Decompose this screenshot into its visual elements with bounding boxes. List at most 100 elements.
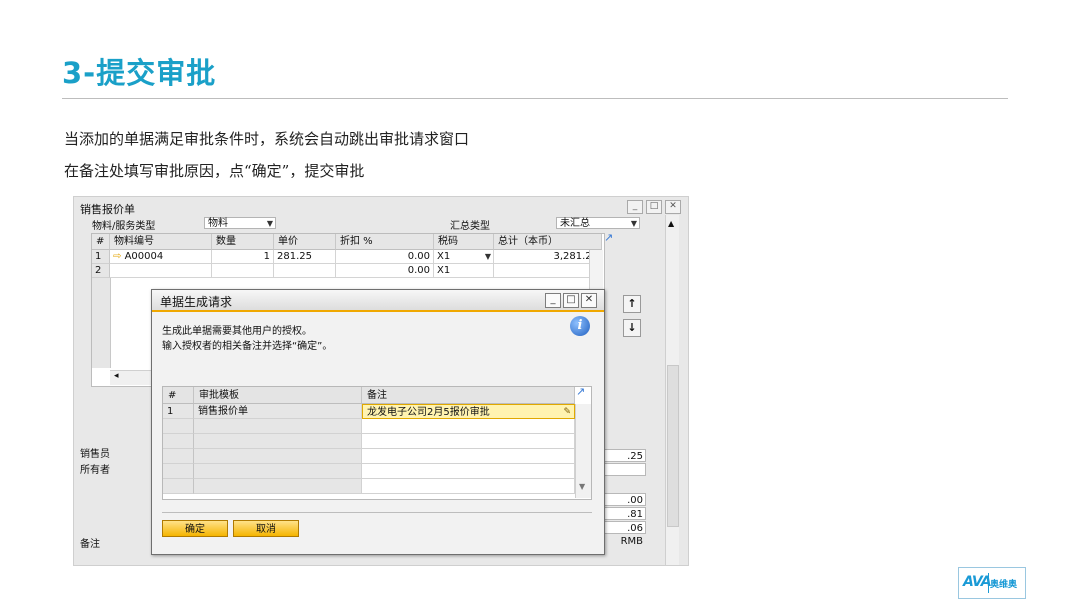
company-logo: AVA 奥维奥: [958, 567, 1026, 599]
sales-employee-label: 销售员: [80, 449, 110, 460]
scroll-down-icon[interactable]: ▼: [579, 482, 585, 491]
window-vertical-scrollbar[interactable]: ▲: [665, 215, 679, 565]
link-arrow-icon[interactable]: ⇨: [113, 251, 121, 262]
template-cell: 销售报价单: [194, 404, 362, 419]
dialog-title: 单据生成请求: [160, 295, 233, 309]
total-field[interactable]: .81 RMB: [604, 507, 646, 533]
template-cell: [194, 464, 362, 479]
column-header: 审批模板: [194, 387, 362, 404]
logo-text: 奥维奥: [990, 580, 1018, 590]
discount-cell[interactable]: 0.00: [336, 264, 434, 278]
dialog-titlebar[interactable]: 单据生成请求 _ □ ✕: [152, 290, 604, 312]
minimize-icon[interactable]: _: [627, 200, 643, 214]
remarks-cell[interactable]: [362, 419, 575, 434]
remarks-cell[interactable]: [362, 434, 575, 449]
remarks-cell[interactable]: [362, 449, 575, 464]
message-line-1: 生成此单据需要其他用户的授权。: [162, 326, 312, 337]
approval-request-dialog: 单据生成请求 _ □ ✕ 生成此单据需要其他用户的授权。 输入授权者的相关备注并…: [151, 289, 605, 555]
close-icon[interactable]: ✕: [665, 200, 681, 214]
close-icon[interactable]: ✕: [581, 293, 597, 308]
row-header-strip: [92, 278, 111, 368]
row-number: [163, 464, 194, 479]
expand-arrow-icon[interactable]: ↗: [604, 231, 613, 244]
cancel-button[interactable]: 取消: [233, 520, 299, 537]
dialog-separator: [162, 512, 592, 513]
total-cell[interactable]: 3,281.25: [494, 250, 602, 264]
owner-label: 所有者: [80, 465, 110, 476]
expand-arrow-icon[interactable]: ↗: [576, 385, 585, 398]
column-header: 总计（本币）: [494, 234, 602, 250]
column-header: 折扣 %: [336, 234, 434, 250]
minimize-icon[interactable]: _: [545, 293, 561, 308]
column-header: 数量: [212, 234, 274, 250]
item-code: A00004: [124, 251, 164, 262]
slide-title: 3-提交审批: [62, 56, 217, 90]
template-cell: [194, 479, 362, 494]
maximize-icon[interactable]: □: [563, 293, 579, 308]
remarks-input[interactable]: 龙发电子公司2月5报价审批 ✎: [362, 404, 575, 419]
move-down-icon[interactable]: ↓: [623, 319, 641, 337]
remarks-cell[interactable]: [362, 464, 575, 479]
chevron-down-icon: ▼: [630, 219, 637, 228]
item-code-cell[interactable]: [110, 264, 212, 278]
maximize-icon[interactable]: □: [646, 200, 662, 214]
discount-cell[interactable]: 0.00: [336, 250, 434, 264]
total-cell[interactable]: [494, 264, 602, 278]
approval-template-grid: # 审批模板 备注 ↗ 1 销售报价单 龙发电子公司2月5报价审批 ✎ ▼: [162, 385, 592, 500]
description-line-1: 当添加的单据满足审批条件时，系统会自动跳出审批请求窗口: [64, 130, 470, 148]
sales-quotation-window: 销售报价单 _ □ ✕ 物料/服务类型 物料 ▼ 汇总类型 未汇总 ▼ # 物料…: [73, 196, 689, 566]
scroll-left-icon[interactable]: ◂: [114, 371, 119, 381]
remarks-label: 备注: [80, 539, 100, 550]
grid-vertical-scrollbar[interactable]: ▼: [575, 404, 591, 498]
item-type-select[interactable]: 物料 ▼: [204, 217, 276, 229]
move-up-icon[interactable]: ↑: [623, 295, 641, 313]
column-header: #: [92, 234, 110, 250]
table-row-item[interactable]: ⇨ A00004: [110, 250, 212, 264]
column-header: 备注: [362, 387, 575, 404]
summary-type-select[interactable]: 未汇总 ▼: [556, 217, 640, 229]
row-number: [163, 419, 194, 434]
total-field[interactable]: .00 RMB: [604, 493, 646, 519]
row-number: 2: [92, 264, 110, 278]
row-number: 1: [163, 404, 194, 419]
info-icon: i: [570, 316, 590, 336]
column-header: 物料编号: [110, 234, 212, 250]
item-type-label: 物料/服务类型: [92, 221, 156, 232]
pencil-icon[interactable]: ✎: [563, 405, 571, 420]
description-line-2: 在备注处填写审批原因，点“确定”，提交审批: [64, 162, 365, 180]
total-field[interactable]: .25 RMB: [604, 449, 646, 475]
column-header: 单价: [274, 234, 336, 250]
row-number: 1: [92, 250, 110, 264]
tax-code-cell[interactable]: X1 ▼: [434, 250, 494, 264]
tax-code-value: X1: [437, 251, 451, 262]
scroll-up-icon[interactable]: ▲: [668, 219, 674, 228]
logo-divider: [988, 573, 989, 593]
row-number: [163, 479, 194, 494]
template-cell: [194, 449, 362, 464]
chevron-down-icon: ▼: [484, 252, 491, 261]
chevron-down-icon: ▼: [266, 219, 273, 228]
tax-code-cell[interactable]: X1: [434, 264, 494, 278]
row-number: [163, 449, 194, 464]
blank-field[interactable]: [604, 463, 646, 476]
title-divider: [62, 98, 1008, 99]
column-header: 税码: [434, 234, 494, 250]
item-type-value: 物料: [208, 218, 228, 229]
header-strip: 物料/服务类型 物料 ▼ 汇总类型 未汇总 ▼: [74, 215, 664, 232]
logo-mark: AVA: [963, 574, 992, 590]
ok-button[interactable]: 确定: [162, 520, 228, 537]
remarks-value: 龙发电子公司2月5报价审批: [367, 407, 490, 418]
quantity-cell[interactable]: 1: [212, 250, 274, 264]
summary-type-value: 未汇总: [560, 218, 590, 229]
template-cell: [194, 434, 362, 449]
row-number: [163, 434, 194, 449]
column-header: #: [163, 387, 194, 404]
scroll-thumb[interactable]: [667, 365, 679, 527]
price-cell[interactable]: 281.25 RMB: [274, 250, 336, 276]
quantity-cell[interactable]: [212, 264, 274, 278]
remarks-cell[interactable]: [362, 479, 575, 494]
summary-type-label: 汇总类型: [450, 221, 490, 232]
price-cell[interactable]: [274, 264, 336, 278]
total-field[interactable]: .06 RMB: [604, 521, 646, 547]
message-line-2: 输入授权者的相关备注并选择“确定”。: [162, 341, 333, 352]
